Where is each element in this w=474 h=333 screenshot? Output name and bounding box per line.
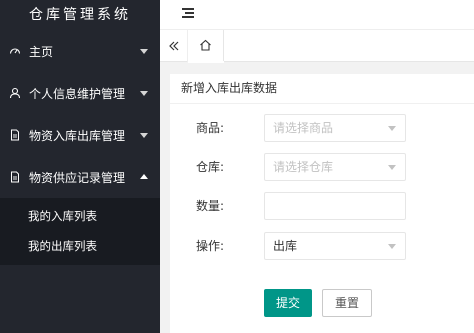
form-row-product: 商品: 请选择商品 [170, 114, 474, 142]
product-label: 商品: [195, 121, 224, 135]
caret-down-icon [388, 165, 396, 170]
quantity-input[interactable] [264, 192, 406, 220]
sidebar: 仓库管理系统 主页 个人信息维护管理 物资入库出库管理 物资供应记录管理 我的入… [0, 0, 160, 333]
top-header [160, 0, 474, 30]
submenu: 我的入库列表 我的出库列表 [0, 198, 160, 265]
form-card: 新增入库出库数据 商品: 请选择商品 仓库: 请选择仓库 数量: 操作: 出库 … [170, 74, 474, 333]
submit-button[interactable]: 提交 [264, 289, 312, 317]
tab-home[interactable] [188, 30, 224, 63]
form-row-operation: 操作: 出库 [170, 232, 474, 260]
chevron-down-icon [140, 49, 148, 54]
menu-toggle-icon[interactable] [182, 8, 194, 20]
form-title: 新增入库出库数据 [170, 74, 474, 104]
quantity-label: 数量: [195, 199, 224, 213]
product-placeholder: 请选择商品 [273, 121, 334, 135]
document-icon [9, 171, 21, 183]
user-icon [9, 87, 21, 99]
operation-select[interactable]: 出库 [264, 232, 406, 260]
form-row-quantity: 数量: [170, 192, 474, 220]
caret-down-icon [388, 244, 396, 249]
tab-bar [160, 30, 474, 63]
app-title: 仓库管理系统 [29, 7, 131, 23]
chevron-down-icon [140, 91, 148, 96]
form-row-warehouse: 仓库: 请选择仓库 [170, 153, 474, 181]
operation-value: 出库 [273, 239, 298, 253]
tab-active-indicator [188, 61, 224, 63]
dashboard-icon [9, 45, 21, 57]
sidebar-item-stock-in-out[interactable]: 物资入库出库管理 [0, 114, 160, 156]
home-icon [199, 39, 212, 54]
warehouse-label: 仓库: [195, 160, 224, 174]
chevron-up-icon [140, 174, 148, 179]
double-chevron-left-icon[interactable] [160, 30, 188, 62]
operation-label: 操作: [195, 239, 224, 253]
caret-down-icon [388, 126, 396, 131]
sidebar-item-supply-records[interactable]: 物资供应记录管理 [0, 156, 160, 198]
sidebar-item-home[interactable]: 主页 [0, 30, 160, 72]
warehouse-select[interactable]: 请选择仓库 [264, 153, 406, 181]
document-icon [9, 129, 21, 141]
sidebar-item-profile[interactable]: 个人信息维护管理 [0, 72, 160, 114]
warehouse-placeholder: 请选择仓库 [273, 160, 334, 174]
chevron-down-icon [140, 133, 148, 138]
submenu-item-stock-in-list[interactable]: 我的入库列表 [0, 201, 160, 231]
reset-button[interactable]: 重置 [322, 289, 372, 317]
submenu-item-stock-out-list[interactable]: 我的出库列表 [0, 231, 160, 261]
product-select[interactable]: 请选择商品 [264, 114, 406, 142]
